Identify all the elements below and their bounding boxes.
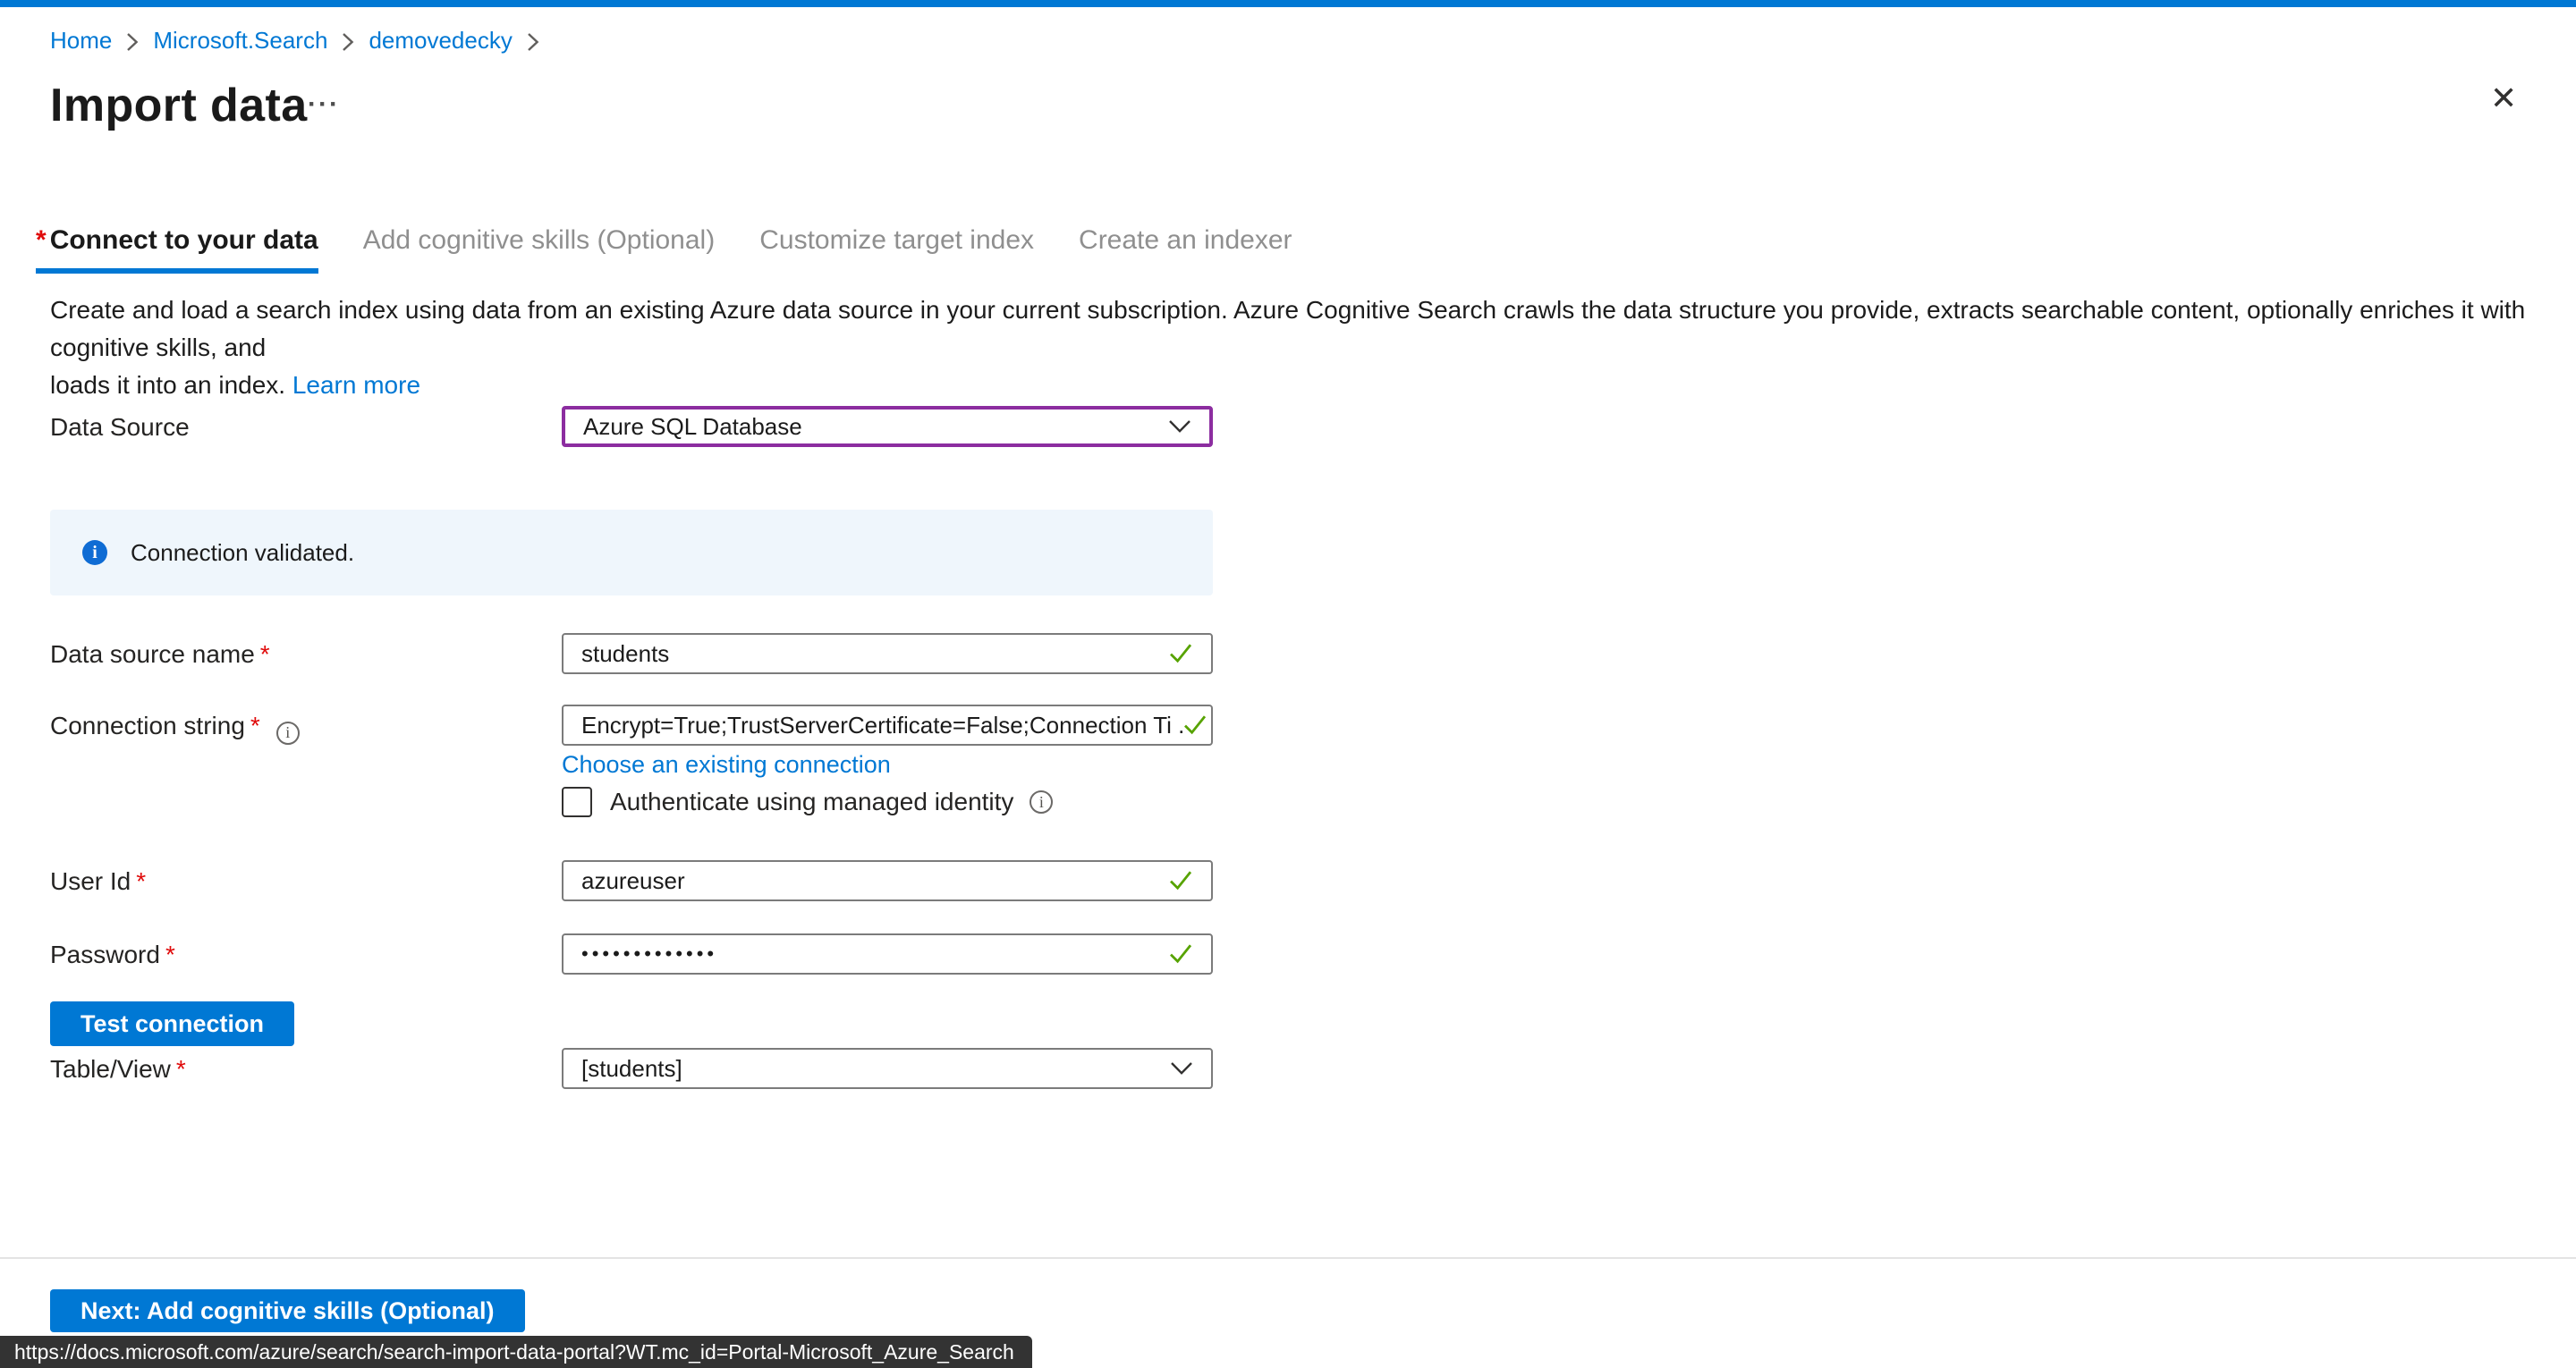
required-asterisk: *	[136, 867, 146, 895]
learn-more-link[interactable]: Learn more	[292, 371, 420, 399]
wizard-tabs: *Connect to your data Add cognitive skil…	[36, 225, 1337, 274]
import-data-page: Home Microsoft.Search demovedecky Import…	[0, 0, 2576, 1368]
user-id-input[interactable]	[562, 860, 1213, 901]
tab-customize-target-index[interactable]: Customize target index	[759, 225, 1034, 274]
intro-line1: Create and load a search index using dat…	[50, 296, 2525, 361]
password-input[interactable]	[562, 933, 1213, 975]
required-asterisk: *	[165, 941, 175, 968]
chevron-right-icon	[527, 32, 539, 52]
intro-line2: loads it into an index.	[50, 371, 285, 399]
info-icon: i	[82, 540, 107, 565]
next-add-cognitive-skills-button[interactable]: Next: Add cognitive skills (Optional)	[50, 1289, 525, 1332]
table-view-select[interactable]: [students]	[562, 1048, 1213, 1089]
connection-string-label: Connection string*i	[50, 712, 300, 745]
banner-message: Connection validated.	[131, 539, 354, 567]
tab-add-cognitive-skills[interactable]: Add cognitive skills (Optional)	[363, 225, 716, 274]
table-view-selected-value: [students]	[581, 1055, 682, 1083]
portal-top-accent-bar	[0, 0, 2576, 7]
breadcrumb-link-home[interactable]: Home	[50, 27, 112, 55]
test-connection-button[interactable]: Test connection	[50, 1001, 294, 1046]
managed-identity-row: Authenticate using managed identity i	[562, 787, 1053, 817]
chevron-down-icon	[1170, 1061, 1193, 1076]
data-source-name-label: Data source name*	[50, 640, 270, 669]
user-id-label: User Id*	[50, 867, 146, 896]
tab-create-an-indexer[interactable]: Create an indexer	[1079, 225, 1292, 274]
tab-connect-to-your-data[interactable]: *Connect to your data	[36, 225, 318, 274]
choose-existing-connection-link[interactable]: Choose an existing connection	[562, 751, 891, 779]
info-icon[interactable]: i	[276, 722, 300, 745]
breadcrumb: Home Microsoft.Search demovedecky	[50, 27, 539, 55]
managed-identity-label: Authenticate using managed identity	[610, 788, 1013, 816]
connection-string-input[interactable]	[562, 705, 1213, 746]
required-asterisk: *	[36, 225, 47, 255]
intro-text: Create and load a search index using dat…	[50, 291, 2544, 404]
data-source-select[interactable]: Azure SQL Database	[562, 406, 1213, 447]
page-title: Import data	[50, 79, 308, 132]
table-view-label: Table/View*	[50, 1055, 186, 1084]
chevron-right-icon	[342, 32, 354, 52]
link-url-statusbar: https://docs.microsoft.com/azure/search/…	[0, 1336, 1032, 1368]
breadcrumb-link-microsoft-search[interactable]: Microsoft.Search	[153, 27, 327, 55]
required-asterisk: *	[250, 712, 260, 739]
chevron-down-icon	[1168, 419, 1191, 434]
data-source-name-input[interactable]	[562, 633, 1213, 674]
password-label: Password*	[50, 941, 175, 969]
managed-identity-checkbox[interactable]	[562, 787, 592, 817]
required-asterisk: *	[176, 1055, 186, 1083]
data-source-label: Data Source	[50, 413, 190, 442]
info-icon[interactable]: i	[1030, 790, 1053, 814]
connection-validated-banner: i Connection validated.	[50, 510, 1213, 595]
context-menu-ellipsis-icon[interactable]: ···	[308, 89, 340, 120]
breadcrumb-link-demovedecky[interactable]: demovedecky	[369, 27, 512, 55]
footer-divider	[0, 1257, 2576, 1259]
data-source-selected-value: Azure SQL Database	[583, 413, 802, 441]
required-asterisk: *	[260, 640, 270, 668]
close-icon[interactable]: ✕	[2490, 82, 2517, 114]
chevron-right-icon	[126, 32, 139, 52]
